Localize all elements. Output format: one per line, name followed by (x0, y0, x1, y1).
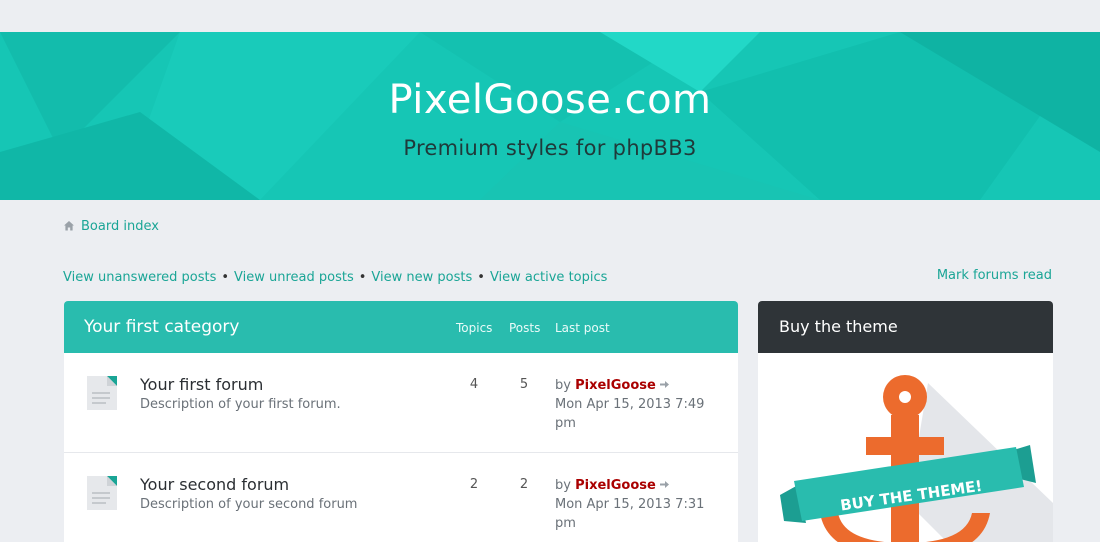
forum-title[interactable]: Your first forum (140, 375, 263, 394)
posts-count: 5 (519, 377, 529, 392)
separator: • (477, 269, 485, 285)
last-post-column-header: Last post (555, 321, 610, 335)
unread-posts-link[interactable]: View unread posts (234, 270, 354, 285)
home-icon (64, 221, 74, 231)
new-posts-link[interactable]: View new posts (371, 270, 472, 285)
forum-row: Your first forum Description of your fir… (64, 353, 738, 453)
last-post-info: by PixelGoose Mon Apr 15, 2013 7:31 pm (555, 476, 725, 533)
buy-theme-banner[interactable]: BUY THE THEME! (758, 353, 1053, 542)
last-post-date: Mon Apr 15, 2013 7:31 pm (555, 497, 705, 531)
author-link[interactable]: PixelGoose (575, 478, 656, 493)
forum-description: Description of your second forum (140, 497, 358, 512)
forum-description: Description of your first forum. (140, 397, 341, 412)
header-banner: PixelGoose.com Premium styles for phpBB3 (0, 32, 1100, 200)
posts-count: 2 (519, 477, 529, 492)
quicklinks: View unanswered posts • View unread post… (63, 268, 607, 286)
board-index-link[interactable]: Board index (81, 219, 159, 234)
sidebar-header: Buy the theme (758, 301, 1053, 353)
separator: • (221, 269, 230, 285)
site-title[interactable]: PixelGoose.com (0, 77, 1100, 123)
sidebar-title: Buy the theme (779, 317, 898, 336)
forum-read-icon (87, 376, 117, 410)
last-post-date: Mon Apr 15, 2013 7:49 pm (555, 397, 705, 431)
by-label: by (555, 478, 571, 493)
last-post-info: by PixelGoose Mon Apr 15, 2013 7:49 pm (555, 376, 725, 433)
breadcrumb: Board index (63, 217, 159, 235)
category-title[interactable]: Your first category (84, 317, 239, 337)
active-topics-link[interactable]: View active topics (490, 270, 607, 285)
forum-read-icon (87, 476, 117, 510)
by-label: by (555, 378, 571, 393)
goto-last-post-icon[interactable] (659, 379, 670, 390)
topics-column-header: Topics (456, 321, 493, 335)
mark-forums-read-link[interactable]: Mark forums read (937, 268, 1052, 286)
forum-title[interactable]: Your second forum (140, 475, 289, 494)
forum-category-panel: Your first category Topics Posts Last po… (64, 301, 738, 542)
separator: • (358, 269, 367, 285)
category-header: Your first category Topics Posts Last po… (64, 301, 738, 353)
topics-count: 4 (469, 377, 479, 392)
site-description: Premium styles for phpBB3 (403, 136, 697, 160)
author-link[interactable]: PixelGoose (575, 378, 656, 393)
unanswered-posts-link[interactable]: View unanswered posts (63, 270, 216, 285)
sidebar-panel: Buy the theme BUY THE THEME! (758, 301, 1053, 542)
forum-row: Your second forum Description of your se… (64, 453, 738, 542)
posts-column-header: Posts (509, 321, 541, 335)
topics-count: 2 (469, 477, 479, 492)
goto-last-post-icon[interactable] (659, 479, 670, 490)
